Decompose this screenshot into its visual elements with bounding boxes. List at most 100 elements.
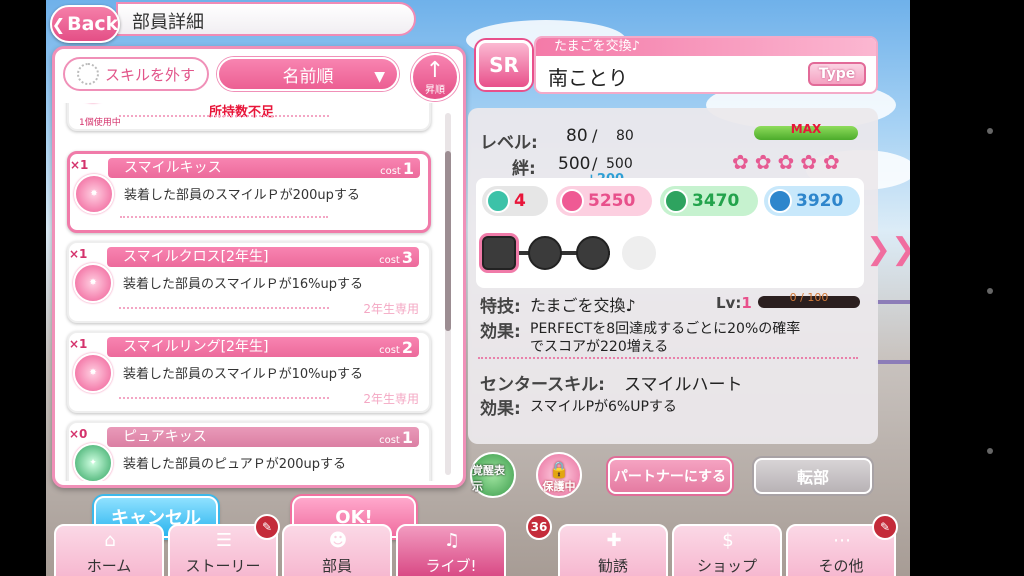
lock-icon: 🔒	[549, 460, 569, 479]
nav-label: ストーリー	[185, 557, 261, 575]
skill-count: ×1	[70, 158, 89, 172]
skill-cost: cost 2	[379, 338, 413, 357]
skill-exp: 0 / 100	[789, 291, 829, 304]
skill-header: スマイルキッス cost 1	[108, 158, 420, 178]
effect-line-1: PERFECTを8回達成するごとに20%の確率	[530, 321, 801, 337]
skill-list-scrollbar[interactable]	[445, 113, 451, 475]
bond-value: 500	[558, 154, 591, 174]
center-skill-label: センタースキル:	[480, 375, 605, 395]
pure-gem-icon: ✦	[73, 443, 113, 481]
skill-name: スマイルリング[2年生]	[123, 339, 269, 355]
skill-slot-equipped[interactable]	[482, 236, 516, 270]
skill-name: ピュアキッス	[123, 429, 207, 445]
nav-tab-shop[interactable]: $ ショップ	[672, 524, 782, 576]
skill-description: 装着した部員のスマイルＰが10%upする	[123, 367, 363, 382]
pen-icon: ✎	[261, 520, 273, 534]
skill-card-partial[interactable]: 1個使用中 所持数不足	[67, 103, 431, 131]
remove-skill-button[interactable]: スキルを外す	[63, 57, 209, 91]
story-pen-badge: ✎	[254, 514, 280, 540]
empty-slot-icon	[76, 63, 99, 85]
skill-description: 装着した部員のピュアＰが200upする	[123, 457, 347, 472]
game-view: 部員詳細 ❮ Back スキルを外す 名前順 ▼ ↑ 昇順 1個使用中 所持数不…	[46, 0, 910, 576]
stat-cool-value: 3920	[796, 191, 844, 211]
stat-smile-value: 5250	[588, 191, 636, 211]
smile-gem-icon: ✸	[73, 263, 113, 303]
skill-name: スマイルキッス	[124, 160, 222, 176]
nav-tab-members[interactable]: ☻ 部員	[282, 524, 392, 576]
center-skill-effect: スマイルPが6%UPする	[530, 399, 677, 415]
nav-label: ホーム	[86, 557, 132, 575]
skill-slot[interactable]	[528, 236, 562, 270]
smile-attribute-icon	[560, 189, 584, 213]
stat-cool: 3920	[764, 186, 860, 216]
skill-panel: スキルを外す 名前順 ▼ ↑ 昇順 1個使用中 所持数不足 ×1 スマイルキッス	[52, 46, 466, 488]
ascending-button[interactable]: ↑ 昇順	[411, 53, 459, 101]
nav-label: その他	[818, 557, 864, 575]
remove-skill-label: スキルを外す	[104, 65, 195, 84]
skill-name: たまごを交換♪	[530, 296, 636, 315]
level-max: 80	[616, 128, 634, 144]
skill-exp-bar: 0 / 100	[758, 292, 860, 308]
skill-slot[interactable]	[576, 236, 610, 270]
scroll-thumb[interactable]	[445, 151, 451, 331]
partner-button[interactable]: パートナーにする	[608, 458, 732, 494]
level-label: レベル:	[480, 133, 538, 153]
system-nav-dot[interactable]	[987, 448, 993, 454]
skill-card[interactable]: ×1 スマイルリング[2年生] cost 2 ✸ 装着した部員のスマイルＰが10%…	[67, 331, 431, 413]
skill-card[interactable]: ×1 スマイルクロス[2年生] cost 3 ✸ 装着した部員のスマイルＰが16%…	[67, 241, 431, 323]
protect-label: 保護中	[542, 480, 576, 493]
next-chevron-icon[interactable]: ❯❯	[866, 232, 910, 267]
skill-header: スマイルクロス[2年生] cost 3	[107, 247, 419, 267]
pen-icon: ✎	[879, 520, 891, 534]
nav-tab-recruit[interactable]: ✚ 勧誘	[558, 524, 668, 576]
skill-card[interactable]: ×1 スマイルキッス cost 1 ✸ 装着した部員のスマイルＰが200upする	[67, 151, 431, 233]
ascending-label: 昇順	[425, 85, 445, 96]
sort-select[interactable]: 名前順 ▼	[217, 57, 399, 91]
skill-label: 特技:	[480, 297, 521, 317]
more-icon: ⋯	[833, 530, 851, 551]
member-name: 南ことり	[548, 66, 628, 90]
sort-label: 名前順	[282, 66, 334, 87]
skill-slot-empty[interactable]	[622, 236, 656, 270]
nav-tab-live[interactable]: ♫ ライブ!	[396, 524, 506, 576]
stat-kizuna-value: 4	[514, 191, 526, 211]
smile-gem-icon: ✸	[74, 174, 114, 214]
note-icon: ♫	[443, 530, 461, 551]
system-nav-dot[interactable]	[987, 288, 993, 294]
dropdown-triangle-icon: ▼	[374, 69, 385, 85]
level-separator: /	[592, 126, 598, 145]
member-title: たまごを交換♪	[536, 38, 876, 56]
dotted-divider	[119, 397, 329, 399]
fence-rail	[876, 360, 910, 364]
nav-label: ライブ!	[425, 557, 477, 575]
dotted-divider	[119, 115, 329, 117]
skill-restriction: 2年生専用	[363, 302, 419, 316]
dotted-divider	[120, 216, 328, 218]
type-button[interactable]: Type	[808, 62, 866, 86]
awaken-display-button[interactable]: 覚醒表示	[470, 452, 516, 498]
effect-line-2: でスコアが220増える	[530, 339, 669, 355]
skill-cost: cost 3	[379, 248, 413, 267]
system-nav-dot[interactable]	[987, 128, 993, 134]
protect-button[interactable]: 🔒 保護中	[536, 452, 582, 498]
max-label: MAX	[790, 122, 822, 136]
level-value: 80	[566, 126, 588, 146]
skill-count: ×1	[69, 247, 88, 261]
skill-description: 装着した部員のスマイルＰが16%upする	[123, 277, 363, 292]
stat-smile: 5250	[556, 186, 652, 216]
screen: 部員詳細 ❮ Back スキルを外す 名前順 ▼ ↑ 昇順 1個使用中 所持数不…	[0, 0, 1024, 576]
transfer-button[interactable]: 転部	[754, 458, 872, 494]
using-count-label: 1個使用中	[79, 118, 121, 128]
nav-tab-home[interactable]: ⌂ ホーム	[54, 524, 164, 576]
skill-header: ピュアキッス cost 1	[107, 427, 419, 447]
bond-separator: /	[592, 154, 598, 173]
skill-description: 装着した部員のスマイルＰが200upする	[124, 188, 360, 203]
heart-icon	[486, 189, 510, 213]
skill-restriction: 2年生専用	[363, 392, 419, 406]
fence-rail	[876, 300, 910, 304]
ascending-arrow-icon: ↑	[425, 58, 445, 83]
cool-attribute-icon	[768, 189, 792, 213]
skill-card[interactable]: ×0 ピュアキッス cost 1 ✦ 装着した部員のピュアＰが200upする	[67, 421, 431, 481]
back-button[interactable]: ❮ Back	[50, 5, 120, 43]
back-label: Back	[67, 13, 119, 35]
